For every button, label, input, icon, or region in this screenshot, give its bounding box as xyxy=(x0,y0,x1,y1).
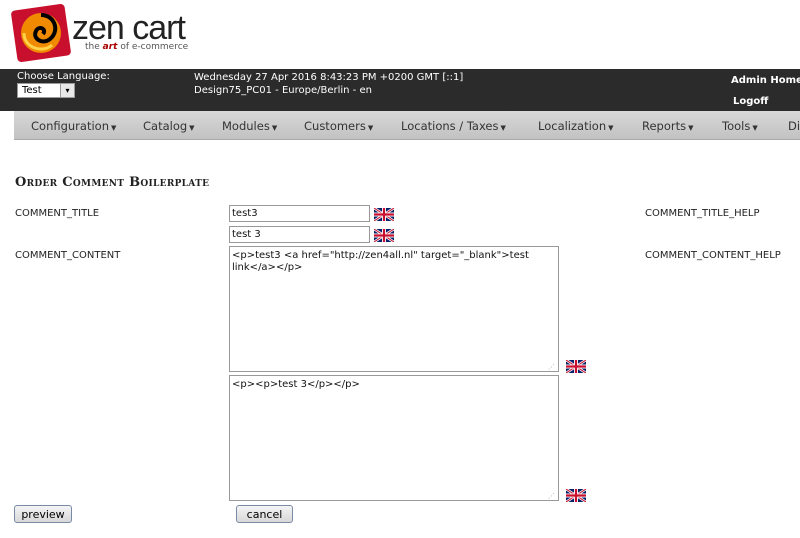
caret-down-icon: ▼ xyxy=(688,124,694,132)
menu-dis[interactable]: Dis xyxy=(788,119,800,133)
caret-down-icon: ▼ xyxy=(608,124,614,132)
menu-catalog[interactable]: Catalog ▼ xyxy=(143,119,195,133)
comment-content-text-2: <p><p>test 3</p></p> xyxy=(232,379,360,390)
header-info: Wednesday 27 Apr 2016 8:43:23 PM +0200 G… xyxy=(194,71,463,97)
comment-title-label: COMMENT_TITLE xyxy=(15,208,100,219)
comment-title-input-1[interactable]: test3 xyxy=(229,205,370,222)
choose-language-label: Choose Language: xyxy=(17,71,110,82)
chevron-down-icon[interactable]: ▾ xyxy=(60,84,74,97)
uk-flag-icon xyxy=(374,208,394,221)
menu-customers[interactable]: Customers ▼ xyxy=(304,119,373,133)
zen-cart-swirl-icon xyxy=(11,4,71,62)
comment-content-textarea-2[interactable]: <p><p>test 3</p></p> ⋰ xyxy=(229,375,559,501)
menu-tools[interactable]: Tools ▼ xyxy=(722,119,758,133)
uk-flag-icon xyxy=(374,229,394,242)
logoff-link[interactable]: Logoff xyxy=(733,96,768,107)
language-select[interactable]: Test ▾ xyxy=(17,83,75,98)
comment-content-help: COMMENT_CONTENT_HELP xyxy=(645,250,781,261)
preview-button[interactable]: preview xyxy=(14,505,72,523)
uk-flag-icon xyxy=(566,360,586,373)
comment-title-input-2[interactable]: test 3 xyxy=(229,226,370,243)
cancel-button[interactable]: cancel xyxy=(236,505,293,523)
logo-tagline: the art of e-commerce xyxy=(85,42,189,52)
caret-down-icon: ▼ xyxy=(111,124,117,132)
menu-configuration[interactable]: Configuration ▼ xyxy=(31,119,116,133)
zen-cart-logo[interactable]: zen cart the art of e-commerce xyxy=(10,3,190,65)
caret-down-icon: ▼ xyxy=(367,124,374,132)
comment-content-textarea-1[interactable]: <p>test3 <a href="http://zen4all.nl" tar… xyxy=(229,246,559,372)
menu-modules[interactable]: Modules ▼ xyxy=(222,119,277,133)
uk-flag-icon xyxy=(566,489,586,502)
resize-grip-icon[interactable]: ⋰ xyxy=(548,490,556,500)
admin-home-link[interactable]: Admin Home xyxy=(731,75,800,86)
caret-down-icon: ▼ xyxy=(189,124,195,132)
menu-reports[interactable]: Reports ▼ xyxy=(642,119,694,133)
comment-content-label: COMMENT_CONTENT xyxy=(15,250,121,261)
store-line: Design75_PC01 - Europe/Berlin - en xyxy=(194,85,372,96)
date-line: Wednesday 27 Apr 2016 8:43:23 PM +0200 G… xyxy=(194,72,464,83)
comment-content-text-1: <p>test3 <a href="http://zen4all.nl" tar… xyxy=(232,250,529,273)
main-menu: Configuration ▼ Catalog ▼ Modules ▼ Custome… xyxy=(14,111,800,140)
caret-down-icon: ▼ xyxy=(271,124,278,132)
comment-title-help: COMMENT_TITLE_HELP xyxy=(645,208,760,219)
resize-grip-icon[interactable]: ⋰ xyxy=(548,361,556,371)
header-bar: Choose Language: Test ▾ Wednesday 27 Apr… xyxy=(0,69,800,111)
language-selected-value: Test xyxy=(22,85,42,96)
caret-down-icon: ▼ xyxy=(500,124,506,132)
page-title: Order Comment Boilerplate xyxy=(15,175,210,190)
menu-localization[interactable]: Localization ▼ xyxy=(538,119,614,133)
menu-locations-taxes[interactable]: Locations / Taxes ▼ xyxy=(401,119,506,133)
caret-down-icon: ▼ xyxy=(752,124,758,132)
